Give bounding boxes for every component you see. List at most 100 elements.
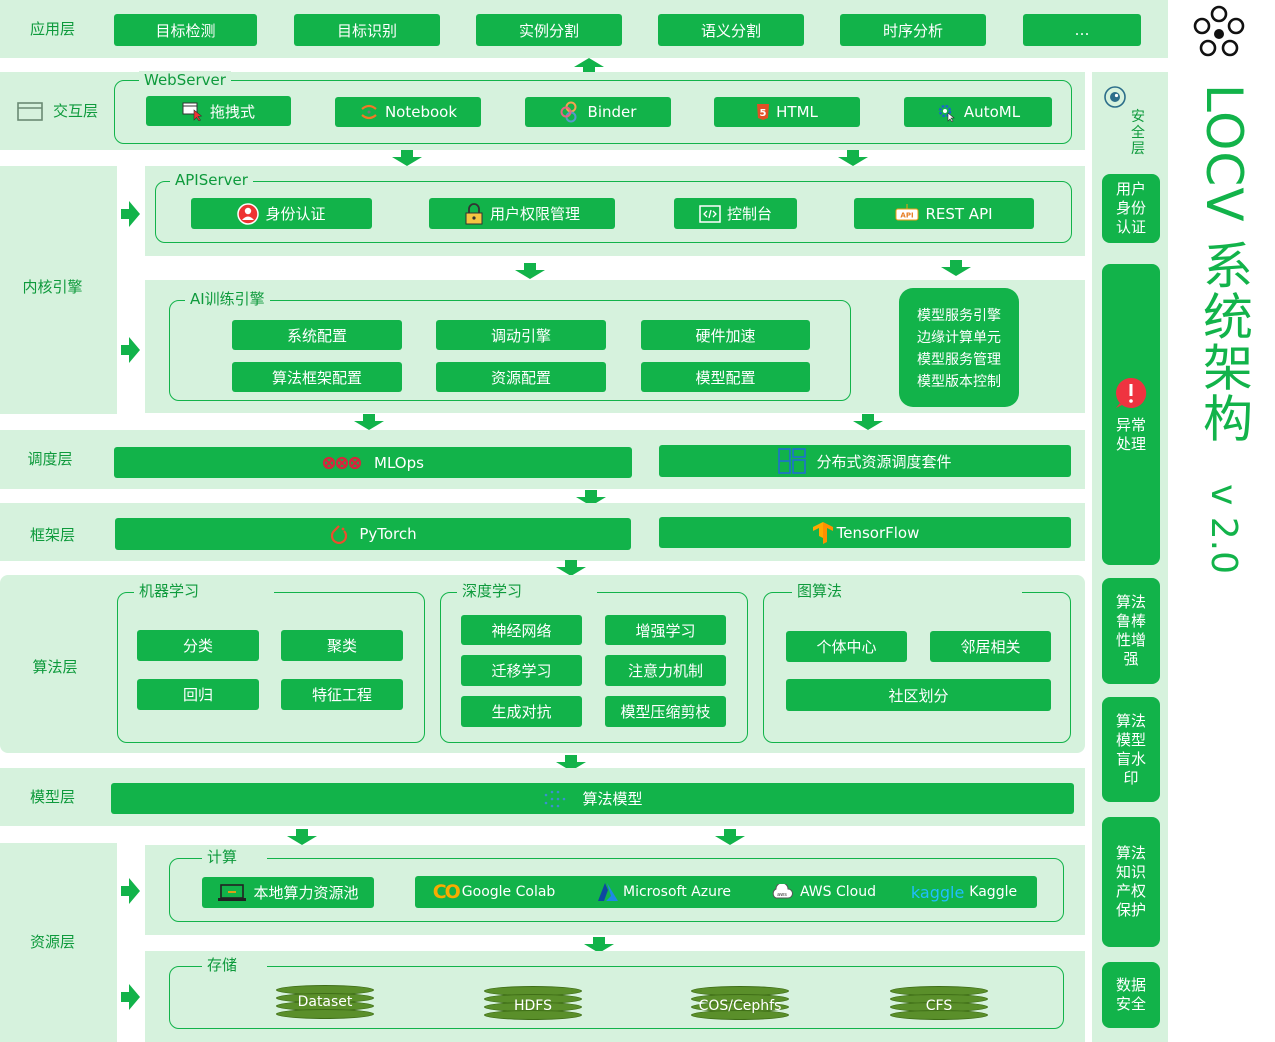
cos-disk-icon[interactable]: COS/Cephfs [691,986,789,1020]
app-item-instance-seg[interactable]: 实例分割 [476,14,622,46]
model-config-button[interactable]: 模型配置 [641,362,810,392]
kaggle-logo-icon: kaggle [910,882,965,902]
arrow-right-icon [121,337,140,363]
compute-title: 计算 [202,848,268,866]
html-button[interactable]: 5 HTML [714,97,860,127]
sec-data-security[interactable]: 数据安全 [1102,962,1160,1028]
automl-button[interactable]: AutoML [904,97,1052,127]
laptop-icon [218,883,247,901]
drag-drop-label: 拖拽式 [209,102,255,121]
classification-button[interactable]: 分类 [137,630,259,661]
dataset-disk-icon[interactable]: Dataset [276,985,374,1019]
arrow-down-icon [715,829,745,845]
console-label: 控制台 [726,205,772,223]
app-item-recognition[interactable]: 目标识别 [294,14,440,46]
neighbor-button[interactable]: 邻居相关 [930,631,1051,662]
html-label: HTML [776,103,818,121]
colab-label: Google Colab [461,884,556,900]
aws-label: AWS Cloud [800,884,876,900]
attention-button[interactable]: 注意力机制 [605,655,726,686]
azure-button[interactable]: Microsoft Azure [594,878,734,906]
azure-label: Microsoft Azure [622,884,732,900]
tensorflow-button[interactable]: TensorFlow [659,517,1071,548]
gan-button[interactable]: 生成对抗 [461,696,582,727]
sec-user-auth-label: 用户身份认证 [1115,180,1146,236]
community-button[interactable]: 社区划分 [786,679,1051,711]
identity-auth-label: 身份认证 [265,205,326,223]
ml-frame [117,592,425,743]
svg-text:5: 5 [760,108,767,119]
ml-title: 机器学习 [134,582,275,600]
hardware-accel-button[interactable]: 硬件加速 [641,320,810,350]
code-icon [699,204,721,223]
model-service-box[interactable]: 模型服务引擎 边缘计算单元 模型服务管理 模型版本控制 [899,288,1019,407]
ego-center-button[interactable]: 个体中心 [786,631,907,662]
regression-button[interactable]: 回归 [137,679,259,710]
mlops-button[interactable]: MLOps [114,447,632,478]
arrow-down-icon [853,414,883,430]
resource-config-button[interactable]: 资源配置 [436,362,606,392]
sec-robustness[interactable]: 算法鲁棒性增强 [1102,578,1160,684]
interaction-layer-text: 交互层 [52,101,98,120]
shield-eye-icon [1104,86,1126,108]
pytorch-button[interactable]: PyTorch [115,518,631,550]
algo-model-button[interactable]: 算法模型 [111,783,1074,814]
drag-drop-button[interactable]: 拖拽式 [146,96,291,126]
app-item-timeseries[interactable]: 时序分析 [840,14,986,46]
dispatch-engine-button[interactable]: 调动引擎 [436,320,606,350]
graph-title: 图算法 [792,582,1023,600]
transfer-button[interactable]: 迁移学习 [461,655,582,686]
window-icon [17,102,43,121]
network-dots-icon [545,790,566,807]
feature-eng-button[interactable]: 特征工程 [281,679,403,710]
system-config-button[interactable]: 系统配置 [232,320,402,350]
security-title: 安全层 [1131,109,1145,157]
sec-user-auth[interactable]: 用户身份认证 [1102,174,1160,243]
clustering-button[interactable]: 聚类 [281,630,403,661]
svg-text:API: API [901,211,914,219]
sec-data-label: 数据安全 [1115,976,1146,1013]
binder-label: Binder [587,103,637,121]
interaction-layer-label: 交互层 [10,72,105,150]
aws-button[interactable]: aws AWS Cloud [768,878,878,906]
cos-label: COS/Cephfs [698,998,782,1014]
hdfs-disk-icon[interactable]: HDFS [484,986,582,1020]
binder-button[interactable]: Binder [525,97,671,127]
algorithm-label: 算法层 [32,658,78,677]
mlops-label: MLOps [374,453,424,472]
permission-button[interactable]: 用户权限管理 [429,198,615,229]
resource-label: 资源层 [29,933,75,952]
distributed-scheduler-button[interactable]: 分布式资源调度套件 [659,445,1071,477]
app-item-more[interactable]: … [1023,14,1141,46]
brand-version: v 2.0 [1203,484,1244,574]
sec-robustness-label: 算法鲁棒性增强 [1115,593,1146,668]
console-button[interactable]: 控制台 [674,198,797,229]
compression-button[interactable]: 模型压缩剪枝 [605,696,726,727]
local-pool-button[interactable]: 本地算力资源池 [202,877,374,908]
neural-net-button[interactable]: 神经网络 [461,615,582,645]
app-item-detection[interactable]: 目标检测 [114,14,257,46]
svg-text:aws: aws [777,892,787,898]
cfs-disk-icon[interactable]: CFS [890,986,988,1020]
webserver-title: WebServer [139,71,231,89]
model-version-ctrl: 模型版本控制 [917,374,1001,390]
graph-frame [763,592,1071,743]
storage-title: 存储 [202,956,268,974]
kaggle-button[interactable]: kaggle Kaggle [910,878,1017,906]
mlops-icon [322,456,362,469]
notebook-button[interactable]: Notebook [335,97,481,127]
pytorch-icon [331,525,348,544]
sec-exception[interactable]: 异常处理 [1102,264,1160,565]
identity-auth-button[interactable]: 身份认证 [191,198,372,229]
colab-button[interactable]: CO Google Colab [429,878,559,906]
rest-api-button[interactable]: API REST API [854,198,1034,229]
sec-watermark-label: 算法模型盲水印 [1115,711,1146,787]
reinforcement-button[interactable]: 增强学习 [605,615,726,645]
app-item-semantic-seg[interactable]: 语义分割 [658,14,804,46]
algo-framework-config-button[interactable]: 算法框架配置 [232,362,402,392]
tensorflow-label: TensorFlow [836,523,920,542]
arrow-down-icon [941,260,971,276]
sec-ip-protection[interactable]: 算法知识产权保护 [1102,817,1160,947]
sec-watermark[interactable]: 算法模型盲水印 [1102,697,1160,802]
arrow-down-icon [515,263,545,279]
